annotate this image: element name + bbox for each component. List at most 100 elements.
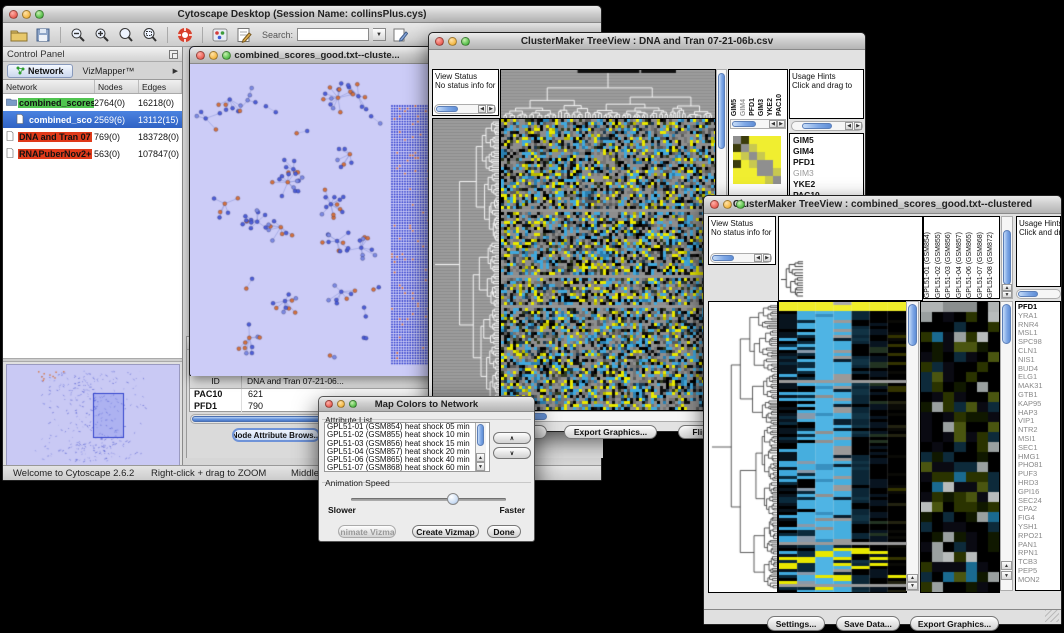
zoom-button[interactable] xyxy=(222,51,231,60)
scroll-thumb[interactable] xyxy=(718,73,725,149)
scroll-thumb[interactable] xyxy=(1002,304,1011,344)
slider-thumb[interactable] xyxy=(447,493,459,505)
scroll-up-icon[interactable]: ▲ xyxy=(1002,284,1012,291)
minimize-button[interactable] xyxy=(448,37,457,46)
network-row[interactable]: DNA and Tran 07769(0)183728(0) xyxy=(3,128,182,145)
scroll-right-icon[interactable]: ▶ xyxy=(763,254,771,262)
scroll-right-icon[interactable]: ▶ xyxy=(777,120,785,128)
column-label[interactable]: GIM5 xyxy=(731,99,740,116)
network-view-titlebar[interactable]: combined_scores_good.txt--cluste... xyxy=(190,47,444,64)
row-dendrogram[interactable] xyxy=(708,301,778,593)
node-attribute-browser-button[interactable]: Node Attribute Brows... xyxy=(232,428,320,442)
column-dendrogram[interactable] xyxy=(500,69,716,119)
scroll-thumb[interactable] xyxy=(712,255,734,261)
col-edges[interactable]: Edges xyxy=(139,80,182,93)
gene-label[interactable]: PFD1 xyxy=(793,157,863,168)
button-export-graphics[interactable]: Export Graphics... xyxy=(910,616,999,631)
gene-label[interactable]: MON2 xyxy=(1018,576,1060,585)
scroll-up-icon[interactable]: ▲ xyxy=(476,453,485,462)
birdseye-view[interactable] xyxy=(3,362,182,465)
heatmap-zoom-view[interactable] xyxy=(733,136,781,184)
tab-network[interactable]: Network xyxy=(7,64,73,78)
labels-vscrollbar[interactable]: ▲ ▼ xyxy=(1001,216,1013,299)
zoom-button[interactable] xyxy=(736,200,745,209)
usage-scrollbar[interactable]: ◀ ▶ xyxy=(791,121,863,131)
column-label[interactable]: GIM3 xyxy=(758,99,767,116)
button-settings[interactable]: Settings... xyxy=(767,616,825,631)
gene-label[interactable]: YKE2 xyxy=(793,179,863,190)
search-input[interactable] xyxy=(297,28,369,41)
treeview1-titlebar[interactable]: ClusterMaker TreeView : DNA and Tran 07-… xyxy=(429,33,865,50)
minimize-button[interactable] xyxy=(723,200,732,209)
scroll-thumb[interactable] xyxy=(908,304,917,346)
minimize-button[interactable] xyxy=(209,51,218,60)
scroll-up-icon[interactable]: ▲ xyxy=(907,574,918,582)
column-label[interactable]: PFD1 xyxy=(749,98,758,116)
gene-label[interactable]: GIM5 xyxy=(793,135,863,146)
scroll-thumb[interactable] xyxy=(436,106,458,112)
column-label[interactable]: GPL51-03 (GSM856) xyxy=(945,232,956,298)
view-status-scrollbar[interactable]: ◀ ▶ xyxy=(434,104,496,114)
scroll-down-icon[interactable]: ▼ xyxy=(1001,571,1012,580)
heatmap-global-view[interactable] xyxy=(500,118,716,411)
network-canvas[interactable] xyxy=(191,64,445,376)
attribute-list[interactable]: GPL51-01 (GSM854) heat shock 05 minGPL51… xyxy=(324,422,490,472)
open-file-icon[interactable] xyxy=(9,26,29,44)
button-animate-vizmap[interactable]: Animate Vizmap xyxy=(338,525,396,538)
close-button[interactable] xyxy=(196,51,205,60)
button-save-data[interactable]: Save Data... xyxy=(836,616,900,631)
column-label[interactable]: GIM4 xyxy=(740,99,749,116)
col-nodes[interactable]: Nodes xyxy=(95,80,139,93)
close-button[interactable] xyxy=(435,37,444,46)
network-list-empty-area[interactable] xyxy=(3,162,182,358)
button-done[interactable]: Done xyxy=(487,525,521,538)
col-id[interactable]: ID xyxy=(190,376,242,388)
edit-search-icon[interactable] xyxy=(390,26,410,44)
scroll-thumb[interactable] xyxy=(477,424,484,446)
heatmap-zoom-view[interactable] xyxy=(920,301,1000,593)
close-button[interactable] xyxy=(9,10,18,19)
help-lifering-icon[interactable] xyxy=(175,26,195,44)
scroll-thumb[interactable] xyxy=(732,121,756,127)
gene-list-hscrollbar[interactable] xyxy=(1016,289,1061,299)
close-button[interactable] xyxy=(710,200,719,209)
view-status-scrollbar[interactable]: ◀ ▶ xyxy=(710,253,772,263)
save-icon[interactable] xyxy=(33,26,53,44)
zoom-vscrollbar[interactable]: ▲ ▼ xyxy=(1000,301,1013,591)
button-export-graphics[interactable]: Export Graphics... xyxy=(564,425,657,439)
tab-vizmapper[interactable]: VizMapper™ xyxy=(73,66,145,76)
zoom-hscrollbar[interactable]: ◀ ▶ xyxy=(730,119,786,129)
birdseye-canvas[interactable] xyxy=(6,364,180,466)
tab-overflow-arrow[interactable]: ▶ xyxy=(173,67,178,75)
search-dropdown-icon[interactable]: ▼ xyxy=(373,28,386,41)
move-up-button[interactable]: ∧ xyxy=(493,432,531,444)
scroll-right-icon[interactable]: ▶ xyxy=(487,105,495,113)
scroll-thumb[interactable] xyxy=(1003,230,1011,285)
button-create-vizmap[interactable]: Create Vizmap xyxy=(412,525,479,538)
zoom-button[interactable] xyxy=(349,400,357,408)
animation-speed-slider[interactable] xyxy=(351,498,506,501)
network-row[interactable]: RNAPuberNov2+563(0)107847(0) xyxy=(3,145,182,162)
column-label[interactable]: GPL51-04 (GSM857) xyxy=(956,232,967,298)
zoom-button[interactable] xyxy=(461,37,470,46)
scroll-thumb[interactable] xyxy=(802,123,832,129)
zoom-out-icon[interactable] xyxy=(68,26,88,44)
treeview2-titlebar[interactable]: ClusterMaker TreeView : combined_scores_… xyxy=(704,196,1061,214)
vizmapper-icon[interactable] xyxy=(210,26,230,44)
close-button[interactable] xyxy=(325,400,333,408)
network-row[interactable]: combined_sco2569(6)13112(15) xyxy=(3,111,182,128)
scroll-left-icon[interactable]: ◀ xyxy=(845,122,853,130)
dialog-titlebar[interactable]: Map Colors to Network xyxy=(319,397,534,412)
scroll-left-icon[interactable]: ◀ xyxy=(754,254,762,262)
scroll-left-icon[interactable]: ◀ xyxy=(478,105,486,113)
gene-label[interactable]: GIM3 xyxy=(793,168,863,179)
annotation-icon[interactable] xyxy=(234,26,254,44)
minimize-button[interactable] xyxy=(22,10,31,19)
scroll-up-icon[interactable]: ▲ xyxy=(1001,561,1012,570)
scroll-down-icon[interactable]: ▼ xyxy=(476,462,485,471)
main-titlebar[interactable]: Cytoscape Desktop (Session Name: collins… xyxy=(3,6,601,23)
scroll-down-icon[interactable]: ▼ xyxy=(1002,291,1012,298)
heatmap-vscrollbar[interactable]: ▲ ▼ xyxy=(906,301,919,591)
zoom-button[interactable] xyxy=(35,10,44,19)
scroll-down-icon[interactable]: ▼ xyxy=(907,582,918,590)
